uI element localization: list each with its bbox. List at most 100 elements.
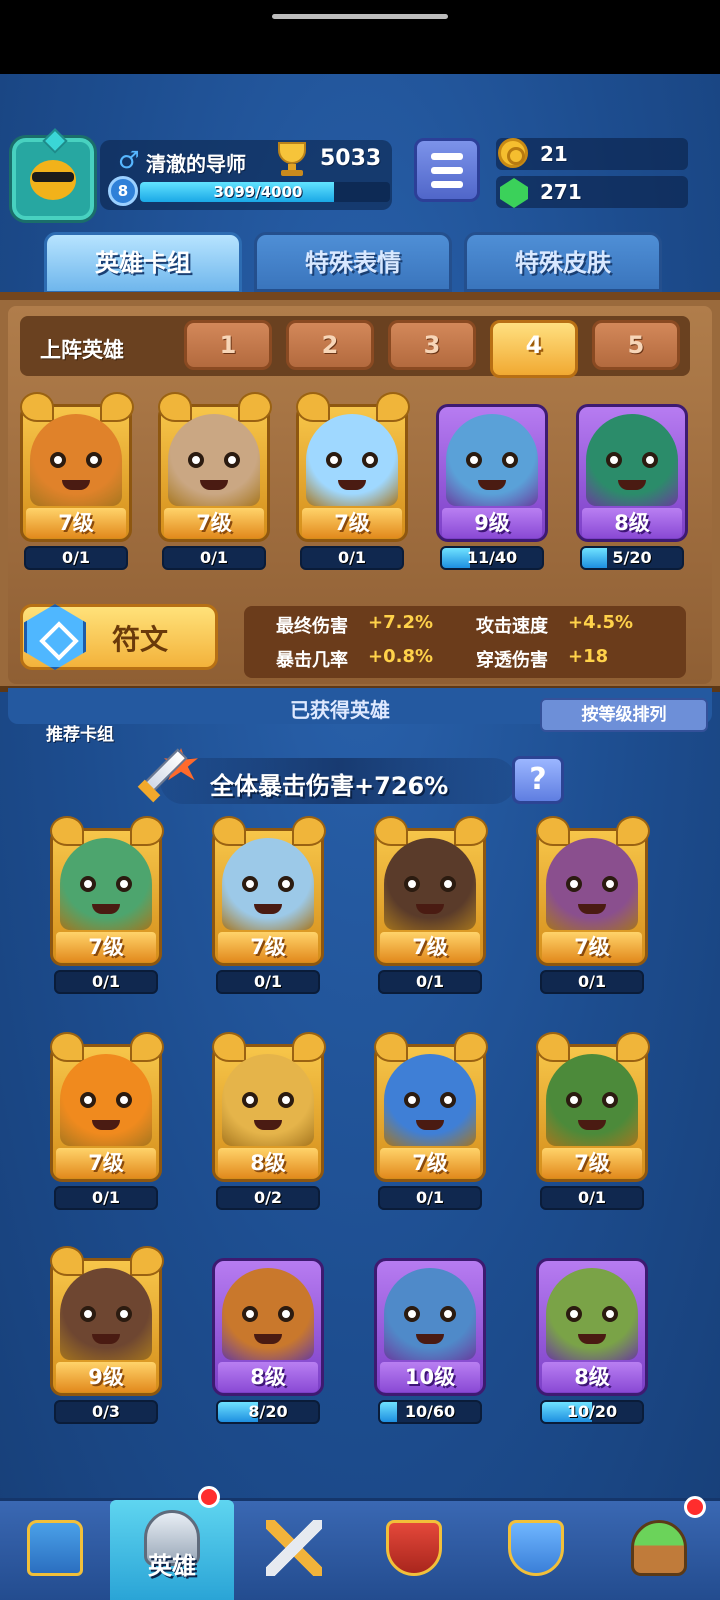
- card-count: 0/1: [91, 1188, 121, 1207]
- collection-hero-card[interactable]: 7级 0/1: [374, 1032, 488, 1210]
- card-count-bar: 0/1: [378, 970, 482, 994]
- deck-slot-2[interactable]: 2: [286, 320, 374, 370]
- sword-icon: [134, 744, 204, 806]
- tab-hero-deck[interactable]: 英雄卡组: [44, 232, 242, 294]
- collection-hero-card[interactable]: 9级 0/3: [50, 1246, 164, 1424]
- nav-label: 英雄: [148, 1552, 196, 1580]
- thief-hero-portrait: [384, 1268, 476, 1360]
- menu-button[interactable]: [414, 138, 480, 202]
- collection-hero-card[interactable]: 8级 8/20: [212, 1246, 324, 1424]
- trophy-count: 5033: [320, 146, 382, 171]
- card-count-bar: 0/1: [300, 546, 404, 570]
- card-count-bar: 0/1: [54, 1186, 158, 1210]
- card-count-bar: 5/20: [580, 546, 684, 570]
- deck-slot-1[interactable]: 1: [184, 320, 272, 370]
- tab-special-skins[interactable]: 特殊皮肤: [464, 232, 662, 292]
- hero-level: 7级: [542, 932, 642, 962]
- nav-rank[interactable]: [354, 1500, 474, 1600]
- collection-hero-card[interactable]: 10级 10/60: [374, 1246, 486, 1424]
- sprout-island-icon: [631, 1520, 687, 1576]
- nav-chest[interactable]: [0, 1500, 110, 1600]
- collection-hero-card[interactable]: 8级 0/2: [212, 1032, 326, 1210]
- hero-level: 7级: [218, 932, 318, 962]
- knight-hero-portrait: [222, 1054, 314, 1146]
- gold-coin-icon: [498, 138, 528, 168]
- card-wing-left: [374, 1032, 408, 1062]
- card-count: 0/1: [61, 548, 91, 567]
- collection-hero-card[interactable]: 8级 10/20: [536, 1246, 648, 1424]
- deck-slot-5[interactable]: 5: [592, 320, 680, 370]
- gold-hero-portrait: [30, 414, 122, 506]
- collection-hero-card[interactable]: 7级 0/1: [536, 1032, 650, 1210]
- stat-pierce-damage-value: +18: [568, 646, 609, 667]
- coin-count: 21: [540, 142, 568, 166]
- card-count: 0/1: [577, 1188, 607, 1207]
- card-count-bar: 0/1: [378, 1186, 482, 1210]
- card-count: 0/1: [337, 548, 367, 567]
- collection-hero-card[interactable]: 7级 0/1: [50, 1032, 164, 1210]
- xp-text: 3099/4000: [213, 183, 303, 201]
- card-wing-left: [374, 816, 408, 846]
- hero-level: 7级: [380, 932, 480, 962]
- orange-hero-portrait: [60, 1054, 152, 1146]
- card-wing-right: [454, 816, 488, 846]
- treasure-chest-icon: [27, 1520, 83, 1576]
- lineup-hero-card[interactable]: 9级 11/40: [436, 392, 548, 570]
- card-count-bar: 11/40: [440, 546, 544, 570]
- card-count: 0/1: [577, 972, 607, 991]
- card-count-bar: 10/60: [378, 1400, 482, 1424]
- nav-garden[interactable]: [598, 1496, 720, 1600]
- card-wing-right: [130, 816, 164, 846]
- card-count-bar: 0/1: [216, 970, 320, 994]
- collection-hero-card[interactable]: 7级 0/1: [536, 816, 650, 994]
- card-wing-left: [536, 1032, 570, 1062]
- card-count-bar: 8/20: [216, 1400, 320, 1424]
- recommended-deck-button[interactable]: 推荐卡组: [46, 720, 114, 745]
- hero-level: 7级: [380, 1148, 480, 1178]
- card-wing-right: [616, 816, 650, 846]
- player-avatar[interactable]: [12, 128, 94, 220]
- card-wing-right: [130, 1032, 164, 1062]
- lineup-hero-card[interactable]: 7级 0/1: [296, 392, 410, 570]
- collection-hero-card[interactable]: 7级 0/1: [374, 816, 488, 994]
- card-wing-left: [50, 1246, 84, 1276]
- card-wing-left: [296, 392, 330, 422]
- card-wing-left: [50, 1032, 84, 1062]
- collection-hero-card[interactable]: 7级 0/1: [212, 816, 326, 994]
- card-wing-right: [376, 392, 410, 422]
- card-count-bar: 0/2: [216, 1186, 320, 1210]
- crit-bonus-text: 全体暴击伤害+726%: [210, 772, 449, 800]
- lineup-hero-card[interactable]: 7级 0/1: [158, 392, 272, 570]
- card-wing-right: [100, 392, 134, 422]
- nav-heroes[interactable]: 英雄: [110, 1486, 234, 1600]
- hero-level: 10级: [380, 1362, 480, 1392]
- player-level-badge: 8: [108, 176, 138, 206]
- bull-hero-portrait: [168, 414, 260, 506]
- tab-special-emotes[interactable]: 特殊表情: [254, 232, 452, 292]
- stat-crit-rate-value: +0.8%: [368, 646, 434, 667]
- card-wing-left: [536, 816, 570, 846]
- nav-battle[interactable]: [234, 1500, 354, 1600]
- card-count: 10/60: [404, 1402, 456, 1421]
- sort-by-level-button[interactable]: 按等级排列: [540, 698, 708, 732]
- deck-slot-4[interactable]: 4: [490, 320, 578, 378]
- card-wing-left: [50, 816, 84, 846]
- blue-hero-portrait: [446, 414, 538, 506]
- notification-dot: [684, 1496, 706, 1518]
- lineup-hero-card[interactable]: 7级 0/1: [20, 392, 134, 570]
- deck-slot-3[interactable]: 3: [388, 320, 476, 370]
- card-count: 10/20: [566, 1402, 618, 1421]
- nav-social[interactable]: [474, 1500, 598, 1600]
- notification-dot: [198, 1486, 220, 1508]
- lineup-hero-card[interactable]: 8级 5/20: [576, 392, 688, 570]
- hero-level: 8级: [542, 1362, 642, 1392]
- card-wing-left: [212, 1032, 246, 1062]
- stat-crit-rate-label: 暴击几率: [276, 650, 348, 671]
- help-button[interactable]: ?: [512, 756, 564, 804]
- hero-level: 7级: [56, 932, 156, 962]
- stat-attack-speed-value: +4.5%: [568, 612, 634, 633]
- collection-hero-card[interactable]: 7级 0/1: [50, 816, 164, 994]
- skull-hero-portrait: [586, 414, 678, 506]
- hero-level: 9级: [56, 1362, 156, 1392]
- gem-count: 271: [540, 180, 582, 204]
